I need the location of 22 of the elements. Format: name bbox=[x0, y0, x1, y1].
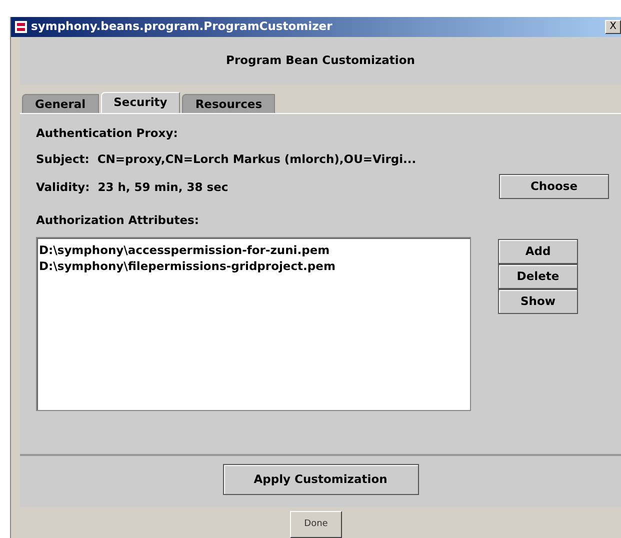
tab[interactable]: General bbox=[22, 94, 99, 113]
app-icon bbox=[14, 20, 28, 34]
apply-customization-button[interactable]: Apply Customization bbox=[222, 464, 418, 495]
done-button[interactable]: Done bbox=[290, 511, 342, 538]
action-button[interactable]: Delete bbox=[498, 264, 578, 289]
subject-value: CN=proxy,CN=Lorch Markus (mlorch),OU=Virgi... bbox=[97, 152, 416, 166]
section-label: Authorization Attributes: bbox=[36, 213, 200, 227]
list-item[interactable]: D:\symphony\accesspermission-for-zuni.pem bbox=[39, 242, 468, 258]
window-title: symphony.beans.program.ProgramCustomizer bbox=[31, 18, 332, 36]
header-title: Program Bean Customization bbox=[226, 52, 415, 70]
validity-value: 23 h, 59 min, 38 sec bbox=[98, 180, 228, 194]
action-button[interactable]: Show bbox=[498, 289, 578, 314]
choose-button[interactable]: Choose bbox=[499, 174, 609, 199]
section-label: Authentication Proxy: bbox=[36, 126, 179, 140]
close-button[interactable]: X bbox=[605, 20, 621, 34]
list-item[interactable]: D:\symphony\filepermissions-gridproject.pem bbox=[39, 258, 468, 274]
attributes-list[interactable]: D:\symphony\accesspermission-for-zuni.pem D:\symphony\filepermissions-gridproject.pem bbox=[36, 237, 471, 411]
subject-label: Subject: bbox=[36, 152, 90, 166]
validity-label: Validity: bbox=[36, 180, 90, 194]
tab[interactable]: Security bbox=[100, 92, 180, 113]
tab[interactable]: Resources bbox=[182, 94, 276, 113]
action-button[interactable]: Add bbox=[498, 239, 578, 264]
